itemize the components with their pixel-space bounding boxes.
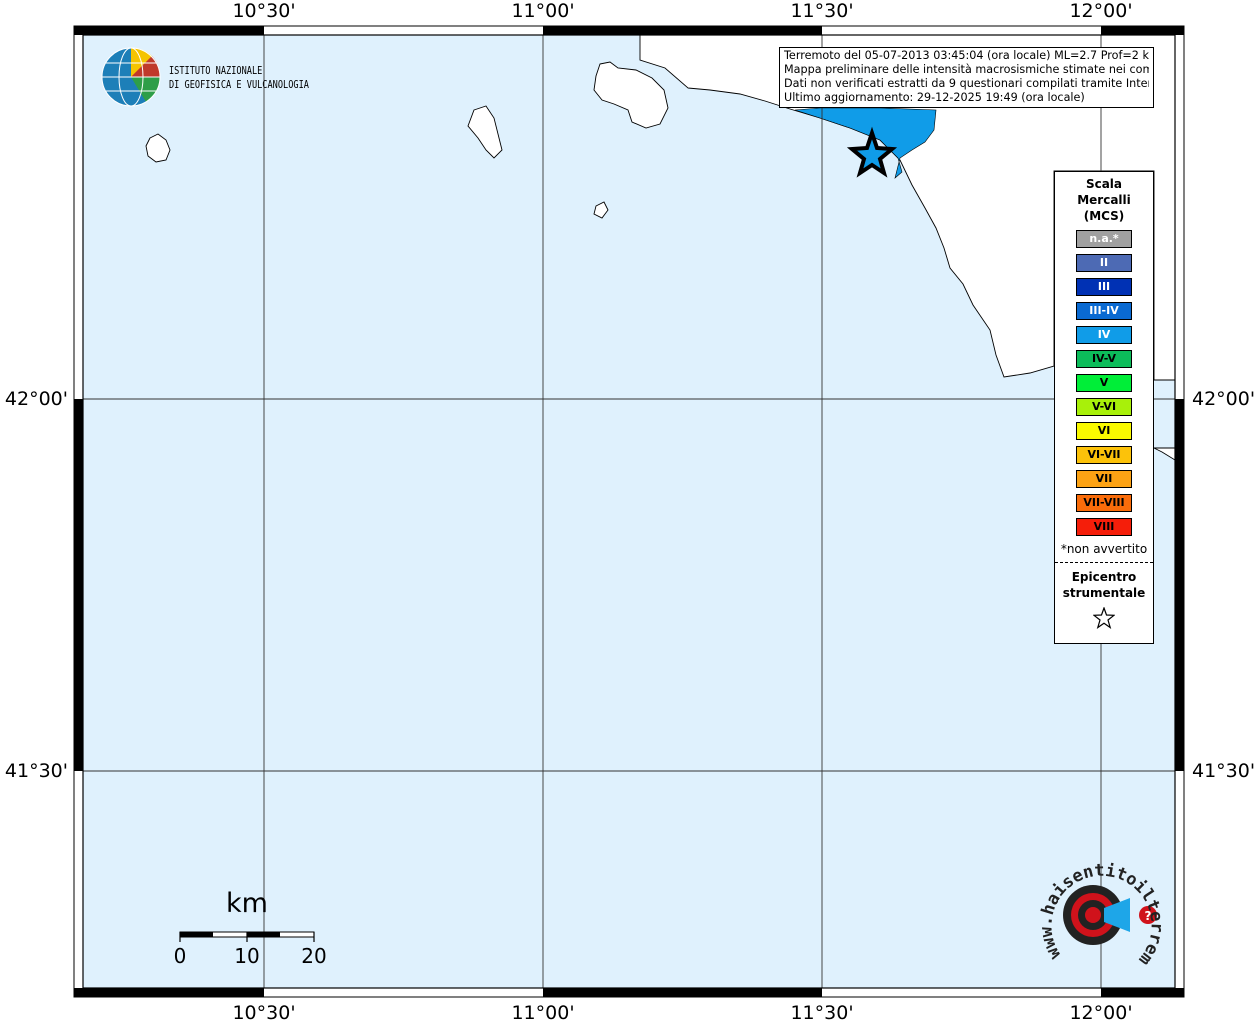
legend-item: VII (1076, 470, 1132, 488)
legend-item: V (1076, 374, 1132, 392)
info-line-3: Dati non verificati estratti da 9 questi… (784, 77, 1149, 90)
legend-item: VIII (1076, 518, 1132, 536)
legend-title: Scala Mercalli (MCS) (1055, 176, 1153, 224)
top-label-1100: 11°00' (511, 0, 575, 22)
ingv-line-2: DI GEOFISICA E VULCANOLOGIA (169, 79, 309, 91)
legend-item: VI-VII (1076, 446, 1132, 464)
legend-epicenter-2: strumentale (1062, 586, 1146, 600)
intensity-legend: Scala Mercalli (MCS) n.a.* II III III-IV IV I… (1054, 171, 1154, 644)
legend-item: V-VI (1076, 398, 1132, 416)
event-info-box: Terremoto del 05-07-2013 03:45:04 (ora l… (779, 47, 1154, 108)
legend-item: II (1076, 254, 1132, 272)
legend-separator (1055, 562, 1153, 563)
left-label-4200: 42°00' (4, 388, 68, 410)
ingv-globe-icon (101, 47, 161, 107)
bottom-label-1200: 12°00' (1069, 1002, 1133, 1024)
legend-note: *non avvertito (1060, 542, 1148, 556)
legend-epicenter-title: Epicentro strumentale (1055, 569, 1153, 601)
info-line-1: Terremoto del 05-07-2013 03:45:04 (ora l… (784, 49, 1149, 62)
scale-unit: km (226, 888, 268, 919)
top-label-1200: 12°00' (1069, 0, 1133, 22)
legend-star-icon (1055, 606, 1153, 633)
bottom-label-1030: 10°30' (232, 1002, 296, 1024)
ingv-line-1: ISTITUTO NAZIONALE (169, 65, 263, 77)
legend-item: n.a.* (1076, 230, 1132, 248)
info-line-2: Mappa preliminare delle intensità macros… (784, 63, 1149, 76)
right-label-4130: 41°30' (1192, 760, 1256, 782)
legend-item: VII-VIII (1076, 494, 1132, 512)
ingv-logo-text: ISTITUTO NAZIONALE DI GEOFISICA E VULCAN… (169, 64, 309, 92)
legend-item: III-IV (1076, 302, 1132, 320)
legend-item: VI (1076, 422, 1132, 440)
scale-tick-0: 0 (173, 944, 187, 968)
legend-item: IV-V (1076, 350, 1132, 368)
top-label-1130: 11°30' (790, 0, 854, 22)
top-label-1030: 10°30' (232, 0, 296, 22)
scale-tick-10: 10 (234, 944, 260, 968)
legend-epicenter-1: Epicentro (1071, 570, 1137, 584)
left-label-4130: 41°30' (4, 760, 68, 782)
legend-title-1: Scala (1085, 177, 1123, 191)
legend-items: n.a.* II III III-IV IV IV-V V V-VI VI VI-VII VII VI… (1055, 230, 1153, 536)
legend-item: IV (1076, 326, 1132, 344)
legend-item: III (1076, 278, 1132, 296)
legend-title-2: Mercalli (1077, 193, 1131, 207)
bottom-label-1100: 11°00' (511, 1002, 575, 1024)
legend-title-3: (MCS) (1083, 209, 1125, 223)
bottom-label-1130: 11°30' (790, 1002, 854, 1024)
scale-tick-20: 20 (301, 944, 327, 968)
map-figure: ? www.haisentitoilterremoto.it 10°30' 11… (0, 0, 1256, 1024)
info-line-4: Ultimo aggiornamento: 29-12-2025 19:49 (… (784, 91, 1085, 104)
right-label-4200: 42°00' (1192, 388, 1256, 410)
